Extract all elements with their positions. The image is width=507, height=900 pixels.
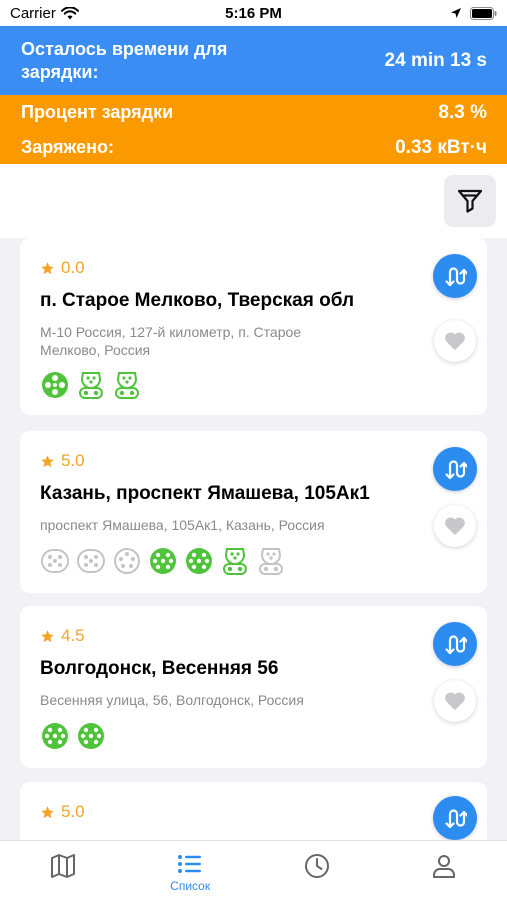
filter-area xyxy=(0,164,507,238)
location-arrow-icon xyxy=(451,8,461,18)
station-title: Волгодонск, Весенняя 56 xyxy=(40,658,279,679)
battery-icon xyxy=(470,6,497,20)
station-rating: 4.5 xyxy=(40,626,85,646)
charging-time-banner: Осталось времени для зарядки: 24 min 13 … xyxy=(0,26,507,95)
route-button[interactable] xyxy=(433,796,477,840)
favorite-button[interactable] xyxy=(434,505,476,547)
carrier-label: Carrier xyxy=(10,4,56,22)
route-button[interactable] xyxy=(433,447,477,491)
heart-icon xyxy=(445,332,465,351)
star-icon xyxy=(41,454,54,467)
star-icon xyxy=(41,261,54,274)
connector-gbt-icon xyxy=(114,548,140,574)
station-list[interactable]: 0.0 п. Старое Мелково, Тверская обл М-10… xyxy=(0,238,507,840)
station-rating: 5.0 xyxy=(40,451,85,471)
tab-profile[interactable] xyxy=(380,841,507,900)
connector-ccs-icon xyxy=(78,723,104,749)
heart-icon xyxy=(445,692,465,711)
station-rating: 0.0 xyxy=(40,258,85,278)
connector-list xyxy=(40,370,142,400)
station-title: Казань, проспект Ямашева, 105Ак1 xyxy=(40,483,370,504)
route-icon xyxy=(445,267,467,287)
status-time: 5:16 PM xyxy=(225,4,282,22)
tab-bar: Список xyxy=(0,840,507,900)
list-icon xyxy=(178,855,202,873)
filter-icon xyxy=(457,189,483,213)
charged-energy-value: 0.33 кВт·ч xyxy=(395,136,487,158)
station-card[interactable]: 0.0 п. Старое Мелково, Тверская обл М-10… xyxy=(20,238,487,415)
time-left-label: Осталось времени для зарядки: xyxy=(21,38,228,82)
route-icon xyxy=(445,635,467,655)
connector-type2-icon xyxy=(79,372,103,399)
heart-icon xyxy=(445,517,465,536)
favorite-button[interactable] xyxy=(434,680,476,722)
profile-icon xyxy=(432,855,455,878)
connector-list xyxy=(40,721,106,751)
station-address: М-10 Россия, 127-й километр, п. Старое М… xyxy=(40,324,302,358)
charge-percent-label: Процент зарядки xyxy=(21,102,174,122)
tab-history[interactable] xyxy=(254,841,381,900)
favorite-button[interactable] xyxy=(434,320,476,362)
station-card[interactable]: 5.0 xyxy=(20,782,487,840)
route-icon xyxy=(445,809,467,829)
tab-list-label: Список xyxy=(170,879,211,893)
tab-map[interactable] xyxy=(0,841,127,900)
time-left-value: 24 min 13 s xyxy=(384,49,487,71)
connector-type2-icon xyxy=(115,372,139,399)
station-card[interactable]: 5.0 Казань, проспект Ямашева, 105Ак1 про… xyxy=(20,431,487,593)
route-button[interactable] xyxy=(433,622,477,666)
station-title: п. Старое Мелково, Тверская обл xyxy=(40,290,355,311)
station-card[interactable]: 4.5 Волгодонск, Весенняя 56 Весенняя ули… xyxy=(20,606,487,768)
connector-list xyxy=(40,546,286,576)
charging-progress-banner: Процент зарядки 8.3 % Заряжено: 0.33 кВт… xyxy=(0,95,507,164)
charged-energy-label: Заряжено: xyxy=(21,137,114,157)
star-icon xyxy=(41,629,54,642)
connector-ccs-icon xyxy=(42,723,68,749)
station-address: проспект Ямашева, 105Ак1, Казань, Россия xyxy=(40,517,325,533)
clock-icon xyxy=(304,854,329,878)
status-bar: Carrier 5:16 PM xyxy=(0,0,507,26)
connector-chademo-icon xyxy=(42,372,68,398)
route-button[interactable] xyxy=(433,254,477,298)
tab-list[interactable]: Список xyxy=(127,841,254,900)
charge-percent-value: 8.3 % xyxy=(438,101,487,123)
connector-type2-icon xyxy=(223,548,247,575)
filter-button[interactable] xyxy=(444,175,496,227)
map-icon xyxy=(51,854,76,878)
route-icon xyxy=(445,460,467,480)
station-address: Весенняя улица, 56, Волгодонск, Россия xyxy=(40,692,304,708)
connector-type1-icon xyxy=(41,549,69,573)
wifi-icon xyxy=(60,6,79,19)
connector-ccs-icon xyxy=(150,548,176,574)
station-rating: 5.0 xyxy=(40,802,85,822)
star-icon xyxy=(41,805,54,818)
connector-ccs-icon xyxy=(186,548,212,574)
connector-type2-icon xyxy=(259,548,283,575)
connector-type1-icon xyxy=(77,549,105,573)
